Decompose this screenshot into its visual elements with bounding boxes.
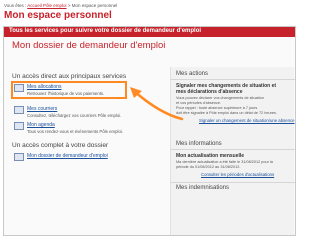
breadcrumb: Vous êtes : Accueil Pôle emploi > Mon es… bbox=[4, 3, 117, 8]
mail-icon bbox=[14, 106, 24, 114]
consult-periods-link[interactable]: Consulter les périodes d'actualisations bbox=[201, 172, 274, 177]
info-bold: Mon actualisation mensuelle bbox=[176, 153, 245, 159]
dossier-link[interactable]: Mon dossier de demandeur d'emploi bbox=[27, 153, 108, 159]
actions-line-1: Vous pouvez déclarer vos changements de … bbox=[176, 96, 264, 100]
agenda-desc: Tous vos rendez-vous et événements Pôle … bbox=[27, 129, 124, 134]
actions-title: Mes actions bbox=[176, 71, 209, 77]
signal-change-link[interactable]: Signaler un changement de situation/une … bbox=[199, 118, 295, 123]
side-column: Mes actions Signaler mes changements de … bbox=[170, 67, 295, 235]
breadcrumb-current: > Mon espace personnel bbox=[67, 3, 118, 8]
page-title: Mon espace personnel bbox=[4, 10, 112, 21]
divider bbox=[171, 149, 295, 150]
courriers-desc: Consultez, téléchargez vos courriers Pôl… bbox=[27, 113, 122, 118]
full-access-title: Un accès complet à votre dossier bbox=[12, 142, 109, 149]
calendar-icon bbox=[14, 122, 24, 130]
info-title: Mes informations bbox=[176, 141, 222, 147]
actions-line-3: Pour rappel : toute absence supérieure à… bbox=[176, 106, 258, 110]
panel-header: Tous les services pour suivre votre doss… bbox=[4, 27, 295, 37]
courriers-link[interactable]: Mes courriers bbox=[27, 106, 57, 112]
info-line-2: période du 01/08/2012 au 31/08/2012. bbox=[176, 165, 241, 169]
dossier-title: Mon dossier de demandeur d'emploi bbox=[12, 40, 166, 51]
actions-line-4: doit être signalée à Pôle emploi dans un… bbox=[176, 111, 277, 115]
indemnisations-title: Mes indemnisations bbox=[176, 185, 230, 191]
panel-header-text: Tous les services pour suivre votre doss… bbox=[9, 28, 202, 34]
divider bbox=[171, 182, 295, 183]
direct-access-title: Un accès direct aux principaux services bbox=[12, 73, 127, 80]
arrow-annotation bbox=[130, 87, 184, 121]
info-line-1: Ma dernière actualisation a été faite le… bbox=[176, 160, 273, 164]
divider bbox=[171, 79, 295, 80]
list-item-dossier[interactable]: Mon dossier de demandeur d'emploi bbox=[14, 153, 166, 173]
list-item-agenda[interactable]: Mon agenda Tous vos rendez-vous et événe… bbox=[14, 122, 166, 142]
breadcrumb-home-link[interactable]: Accueil Pôle emploi bbox=[27, 3, 66, 8]
services-panel: Tous les services pour suivre votre doss… bbox=[3, 26, 296, 236]
folder-icon bbox=[14, 153, 24, 161]
agenda-link[interactable]: Mon agenda bbox=[27, 122, 55, 128]
breadcrumb-prefix: Vous êtes : bbox=[4, 3, 27, 8]
highlight-box bbox=[11, 81, 127, 99]
